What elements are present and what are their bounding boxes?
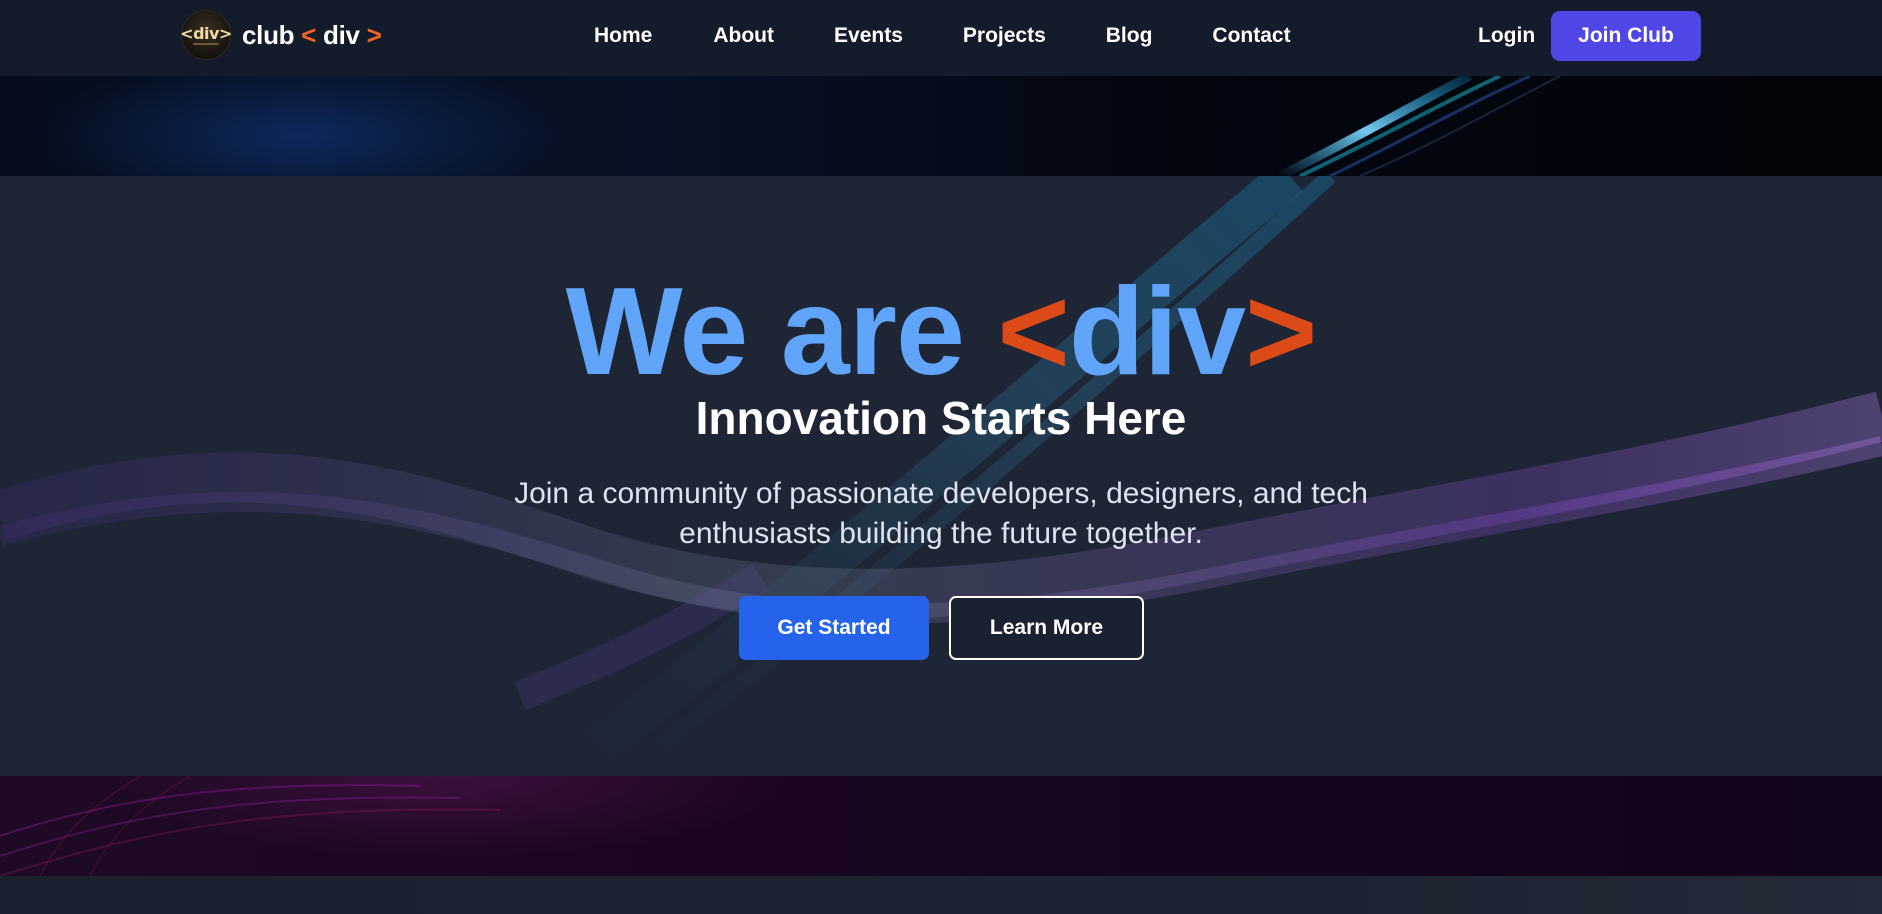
join-club-button[interactable]: Join Club	[1551, 11, 1701, 61]
next-section-edge	[0, 876, 1882, 914]
learn-more-button[interactable]: Learn More	[949, 596, 1144, 660]
hero-description: Join a community of passionate developer…	[514, 477, 1368, 550]
hero-section: We are <div> Innovation Starts Here Join…	[0, 176, 1882, 776]
hero-title-gt: >	[1245, 263, 1317, 401]
logo-text-gt: >	[366, 19, 382, 50]
logo-text-lt: <	[301, 19, 317, 50]
hero-background-top	[0, 76, 1882, 176]
logo-text-mid: div	[316, 19, 367, 50]
top-navbar: <div> club < div > Home About Events Pro…	[0, 0, 1882, 76]
logo-badge-text: <div>	[180, 23, 232, 43]
main-nav: Home About Events Projects Blog Contact	[594, 22, 1291, 50]
light-streak-top	[1277, 76, 1561, 176]
nav-link-projects[interactable]: Projects	[963, 22, 1046, 50]
hero-background-bottom	[0, 776, 1882, 876]
wave-lines-bottom	[0, 776, 501, 876]
logo-badge: <div>	[180, 10, 232, 60]
logo-text: club < div >	[242, 19, 382, 51]
hero-title: We are <div>	[0, 270, 1882, 394]
login-link[interactable]: Login	[1478, 22, 1535, 50]
nav-link-blog[interactable]: Blog	[1106, 22, 1153, 50]
logo-badge-underline	[193, 42, 219, 45]
nav-link-contact[interactable]: Contact	[1212, 22, 1290, 50]
get-started-button[interactable]: Get Started	[739, 596, 929, 660]
hero-title-div: div	[1068, 263, 1246, 401]
logo-text-prefix: club	[242, 19, 302, 50]
logo-link[interactable]: <div> club < div >	[180, 10, 382, 60]
hero-title-lt: <	[997, 263, 1069, 401]
nav-link-about[interactable]: About	[713, 22, 774, 50]
hero-subtitle: Innovation Starts Here	[695, 392, 1187, 444]
nav-link-events[interactable]: Events	[834, 22, 903, 50]
hero-title-prefix: We are	[565, 263, 998, 401]
nav-link-home[interactable]: Home	[594, 22, 652, 50]
